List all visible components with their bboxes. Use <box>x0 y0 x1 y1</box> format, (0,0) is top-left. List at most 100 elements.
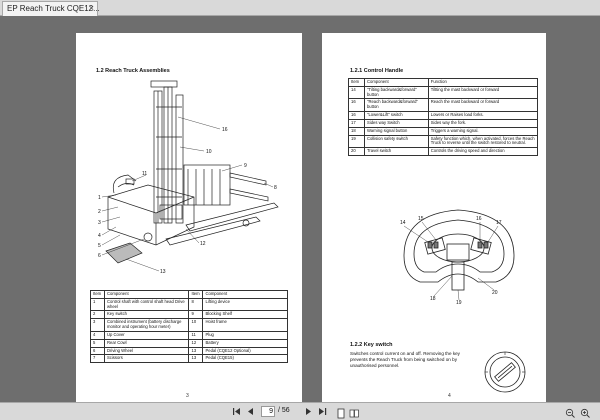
table-cell: Combined instrument (battery discharge m… <box>103 318 190 332</box>
table-header: Component <box>363 78 429 87</box>
callout-12: 12 <box>200 241 206 247</box>
table-row: 16 "Reach backward&forward" button Reach t… <box>348 98 539 113</box>
callout-1: 1 <box>98 195 101 201</box>
table-row: 5 Rear Cowl 12 Battery <box>90 338 288 348</box>
table-cell: Controls the driving speed and direction <box>427 147 539 157</box>
table-row: 20 Travel switch Controls the driving spee… <box>348 147 539 157</box>
last-page-button[interactable] <box>317 406 328 417</box>
table-cell: 16 <box>348 98 365 113</box>
table-cell: 19 <box>348 134 365 149</box>
previous-page-button[interactable] <box>245 406 256 417</box>
single-page-view-button[interactable] <box>336 406 346 419</box>
callout-10: 10 <box>206 149 212 155</box>
next-page-button[interactable] <box>303 406 314 417</box>
table-row: 7 Scissors 13 Pedal (CQE15) <box>90 354 288 364</box>
last-page-icon <box>319 408 327 415</box>
table-cell: Driving Wheel <box>103 346 190 356</box>
table-cell: 13 <box>188 346 204 356</box>
table-cell: 8 <box>188 297 204 312</box>
table-cell: 18 <box>348 126 365 136</box>
table-cell: "Reach backward&forward" button <box>363 98 429 113</box>
table-cell: 11 <box>188 330 204 340</box>
section-title: 1.2.1 Control Handle <box>350 68 404 74</box>
bottom-toolbar: 9 / 56 <box>0 402 600 420</box>
table-cell: 16 <box>348 111 365 120</box>
page-right: 1.2.1 Control Handle Item Component Func… <box>322 33 546 413</box>
page-number-input[interactable]: 9 <box>261 406 275 417</box>
callout-11: 11 <box>142 171 147 177</box>
table-header: Component <box>202 290 288 299</box>
callout-8: 8 <box>274 185 277 191</box>
first-page-button[interactable] <box>231 406 242 417</box>
callout-14: 14 <box>400 220 406 226</box>
table-cell: 3 <box>90 318 105 332</box>
table-cell: 13 <box>188 354 204 364</box>
reach-truck-illustration: 16 10 9 8 11 1 2 3 4 5 6 12 13 <box>98 80 279 275</box>
single-page-icon <box>337 408 345 419</box>
table-cell: Plug <box>202 330 288 340</box>
callout-17: 17 <box>496 220 502 226</box>
table-header: Function <box>427 78 539 87</box>
table-cell: Lifting device <box>202 297 288 312</box>
zoom-in-icon <box>580 408 590 418</box>
table-cell: Collision safety switch <box>363 134 429 149</box>
key-switch-illustration <box>484 351 526 393</box>
table-cell: Safety function which, when activated, f… <box>427 134 539 149</box>
table-cell: Reach the mast backward or forward <box>427 98 539 113</box>
table-row: 1 Control shaft with control shaft head D… <box>90 297 288 312</box>
table-row: 3 Combined instrument (battery discharge … <box>90 318 288 332</box>
previous-page-icon <box>248 408 253 415</box>
table-row: 16 "Lower&Lift" switch Lowers or Raises lo… <box>348 111 539 120</box>
callout-16: 16 <box>476 216 482 222</box>
table-cell: Pedal (CQE15) <box>202 354 288 364</box>
two-page-icon <box>349 409 359 418</box>
table-cell: Scissors <box>103 354 190 364</box>
table-header: Item <box>90 290 105 299</box>
table-cell: 2 <box>90 310 105 320</box>
table-cell: Up Cover <box>103 330 190 340</box>
close-icon[interactable]: × <box>89 3 94 13</box>
callout-18: 18 <box>430 296 436 302</box>
table-header: Item <box>348 78 365 87</box>
two-page-view-button[interactable] <box>349 406 359 418</box>
key-switch-title: 1.2.2 Key switch <box>350 342 393 348</box>
table-cell: Travel switch <box>363 147 429 157</box>
table-cell: Control shaft with control shaft head Dr… <box>103 297 190 312</box>
table-row: 19 Collision safety switch Safety function… <box>348 134 539 149</box>
table-header: Component <box>103 290 190 299</box>
document-viewer[interactable]: 1.2 Reach Truck Assemblies 16 10 9 8 11 … <box>0 16 600 413</box>
zoom-out-icon <box>565 408 575 418</box>
table-cell: Lowers or Raises load forks. <box>427 111 539 120</box>
table-cell: 10 <box>188 318 204 332</box>
table-cell: 6 <box>90 346 105 356</box>
table-cell: Key switch <box>103 310 190 320</box>
tab-bar: EP Reach Truck CQE12... × <box>0 0 600 16</box>
control-handle-table: Item Component Function 14 "Tilting backw… <box>348 78 539 157</box>
table-cell: 12 <box>188 338 204 348</box>
zoom-in-button[interactable] <box>580 406 590 418</box>
table-cell: "Lower&Lift" switch <box>363 111 429 120</box>
table-cell: 9 <box>188 310 204 320</box>
tab-title: EP Reach Truck CQE12... <box>7 4 100 13</box>
callout-9: 9 <box>244 163 247 169</box>
callout-2: 2 <box>98 209 101 215</box>
table-row: 17 Sides way Switch Sides way the fork. <box>348 118 539 128</box>
callout-19: 19 <box>456 300 462 306</box>
table-cell: Tiltting the mast backward or forward <box>427 85 539 100</box>
table-cell: Warning signal button <box>363 126 429 136</box>
document-tab[interactable]: EP Reach Truck CQE12... × <box>2 1 100 16</box>
table-cell: Triggers a warning signal. <box>427 126 539 136</box>
table-cell: 1 <box>90 297 105 312</box>
callout-15: 15 <box>418 216 424 222</box>
table-cell: 20 <box>348 147 365 157</box>
zoom-out-button[interactable] <box>565 406 575 418</box>
table-cell: Blocking Shelf <box>202 310 288 320</box>
page-number: 4 <box>448 393 451 399</box>
table-row: 14 "Tilting backward&forward" button Tiltt… <box>348 85 539 100</box>
callout-16: 16 <box>222 127 228 133</box>
table-cell: 4 <box>90 330 105 340</box>
table-cell: Sides way the fork. <box>427 118 539 128</box>
table-cell: 5 <box>90 338 105 348</box>
table-cell: Hoist frame <box>202 318 288 332</box>
callout-4: 4 <box>98 233 101 239</box>
